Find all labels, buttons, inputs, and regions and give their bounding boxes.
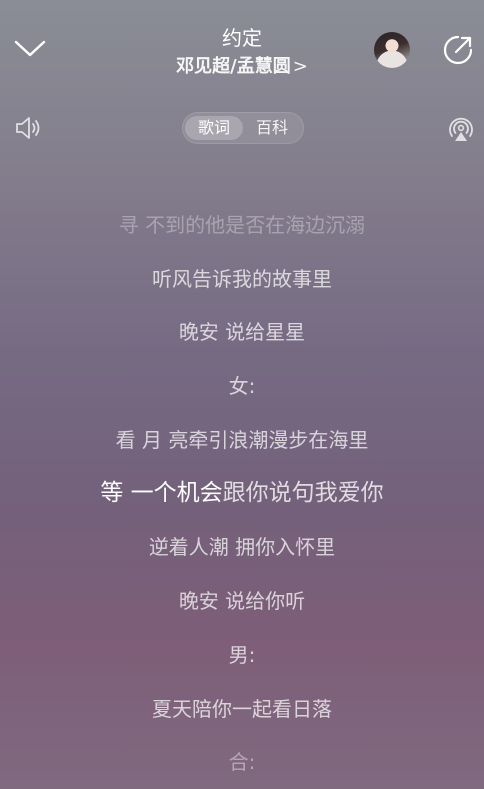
lyrics-tabs: 歌词 百科 [182,112,304,144]
airplay-icon [449,117,473,141]
status-indicators [364,0,464,4]
airplay-button[interactable] [446,114,476,144]
artist-chevron: > [292,56,308,77]
singer-avatar[interactable] [374,32,410,68]
status-bar [0,0,484,6]
song-title: 约定 [222,26,262,50]
artist-names: 邓见超/孟慧圆 [176,56,291,77]
chevron-down-icon [14,40,46,57]
speaker-icon [16,117,40,139]
lyrics-toolbar: 歌词 百科 [0,110,484,146]
lyric-line[interactable]: 男: [0,628,484,682]
lyrics-view[interactable]: 寻 不到的他是否在海边沉溺 听风告诉我的故事里 晚安 说给星星 女: 看 月 亮… [0,198,484,789]
lyric-unsung-part: 跟你说句我爱你 [222,480,384,506]
lyric-line[interactable]: 听风告诉我的故事里 [0,252,484,306]
tab-lyrics[interactable]: 歌词 [185,116,243,140]
volume-button[interactable] [14,114,46,142]
player-header: 约定 邓见超/孟慧圆 > [0,20,484,90]
collapse-button[interactable] [12,30,48,66]
artist-link[interactable]: 邓见超/孟慧圆 > [92,52,392,82]
lyric-line[interactable]: 寻 不到的他是否在海边沉溺 [0,198,484,252]
lyric-line-active[interactable]: 等 一个机会跟你说句我爱你 [0,466,484,520]
lyric-line[interactable]: 晚安 说给星星 [0,305,484,359]
lyric-line[interactable]: 晚安 说给你听 [0,574,484,628]
share-button[interactable] [442,34,474,66]
lyric-line[interactable]: 夏天陪你一起看日落 [0,682,484,736]
status-time [34,0,94,4]
lyric-line[interactable]: 合: [0,735,484,789]
share-icon [443,35,473,65]
lyric-line[interactable]: 逆着人潮 拥你入怀里 [0,520,484,574]
lyric-line[interactable]: 女: [0,359,484,413]
lyric-sung-part: 等 一个机会 [100,480,223,506]
lyric-line[interactable]: 看 月 亮牵引浪潮漫步在海里 [0,413,484,467]
tab-wiki[interactable]: 百科 [243,116,301,140]
song-info: 约定 邓见超/孟慧圆 > [92,24,392,82]
